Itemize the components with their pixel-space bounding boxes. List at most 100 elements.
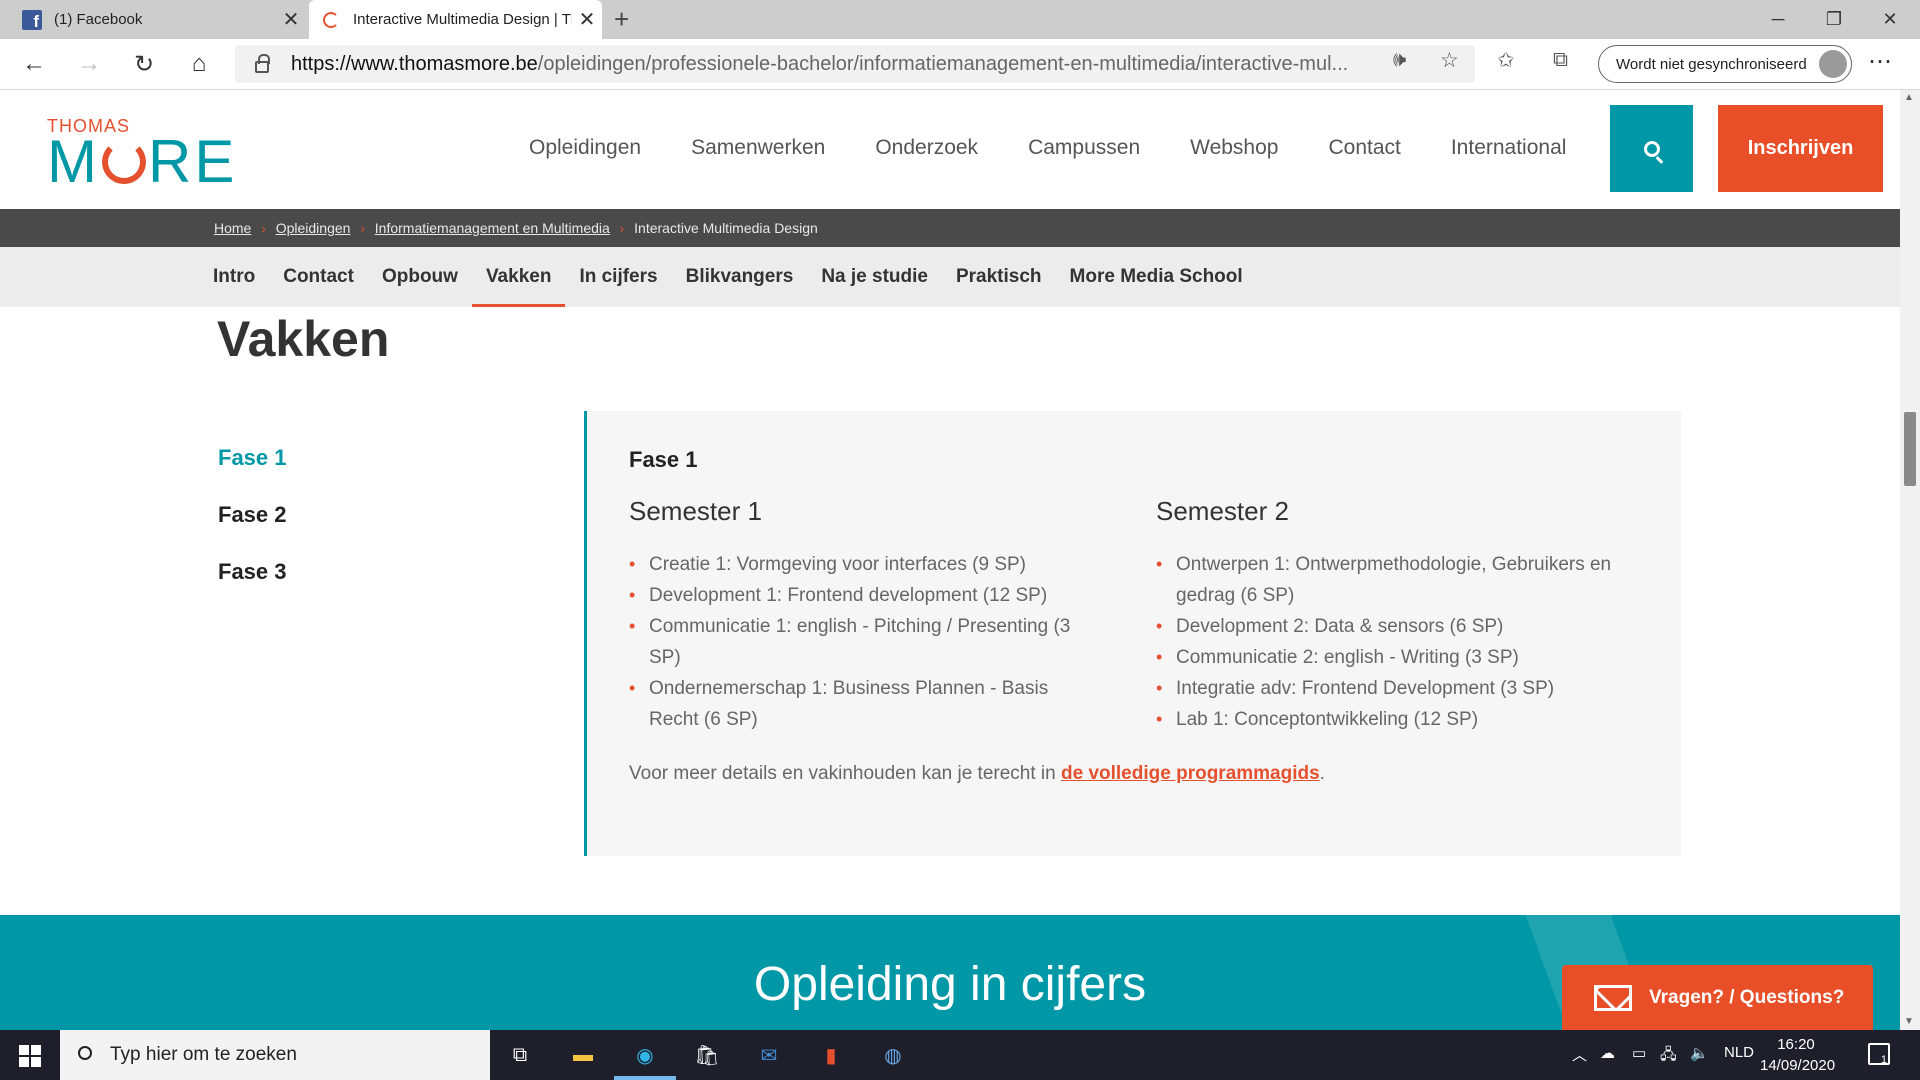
programmagids-link[interactable]: de volledige programmagids: [1061, 763, 1320, 784]
subnav-blikvangers[interactable]: Blikvangers: [686, 247, 794, 307]
search-icon: [78, 1046, 92, 1060]
app-globe-icon[interactable]: ◍: [876, 1040, 910, 1070]
nav-onderzoek[interactable]: Onderzoek: [875, 136, 978, 160]
site-search-button[interactable]: [1610, 105, 1693, 192]
section-subnav: Intro Contact Opbouw Vakken In cijfers B…: [0, 247, 1900, 307]
breadcrumb: Home › Opleidingen › Informatiemanagemen…: [0, 209, 1900, 247]
course-list: Ontwerpen 1: Ontwerpmethodologie, Gebrui…: [1156, 549, 1626, 735]
scroll-up-icon[interactable]: ▲: [1904, 92, 1914, 103]
sync-label: Wordt niet gesynchroniseerd: [1616, 55, 1807, 73]
close-tab-icon[interactable]: ✕: [572, 7, 602, 32]
favorite-star-icon[interactable]: ☆: [1440, 48, 1459, 73]
semester-title: Semester 1: [629, 496, 762, 526]
list-item: Ontwerpen 1: Ontwerpmethodologie, Gebrui…: [1156, 549, 1626, 611]
subnav-contact[interactable]: Contact: [283, 247, 354, 307]
back-icon[interactable]: ←: [16, 46, 52, 82]
mail-icon: [1594, 985, 1632, 1011]
show-hidden-icons-icon[interactable]: ︿: [1572, 1044, 1587, 1065]
nav-samenwerken[interactable]: Samenwerken: [691, 136, 825, 160]
forward-icon[interactable]: →: [71, 46, 107, 82]
tab-facebook[interactable]: f (1) Facebook ✕: [0, 0, 306, 39]
collections-icon[interactable]: ⧉: [1553, 48, 1568, 72]
taskbar-search-input[interactable]: Typ hier om te zoeken: [60, 1030, 490, 1080]
questions-label: Vragen? / Questions?: [1649, 987, 1845, 1008]
list-item: Development 2: Data & sensors (6 SP): [1156, 611, 1626, 642]
fase-1-tab[interactable]: Fase 1: [218, 445, 287, 502]
nav-opleidingen[interactable]: Opleidingen: [529, 136, 641, 160]
subnav-more-media-school[interactable]: More Media School: [1070, 247, 1243, 307]
close-window-icon[interactable]: ✕: [1862, 0, 1918, 39]
clock-date: 14/09/2020: [1760, 1057, 1836, 1074]
active-app-indicator: [614, 1076, 676, 1080]
facebook-icon: f: [22, 9, 42, 30]
taskbar-search-placeholder: Typ hier om te zoeken: [110, 1044, 297, 1065]
tab-title: Interactive Multimedia Design | Thomas M…: [353, 11, 572, 28]
home-icon[interactable]: ⌂: [181, 46, 217, 82]
url-field[interactable]: https://www.thomasmore.be/opleidingen/pr…: [235, 45, 1475, 83]
more-options-icon[interactable]: ⋯: [1868, 47, 1893, 76]
questions-button[interactable]: Vragen? / Questions?: [1562, 965, 1873, 1031]
subnav-na-je-studie[interactable]: Na je studie: [821, 247, 928, 307]
store-icon[interactable]: 🛍: [690, 1040, 724, 1070]
task-view-icon[interactable]: ⧉: [503, 1040, 537, 1070]
semester-1-column: Semester 1 Creatie 1: Vormgeving voor in…: [629, 496, 1099, 735]
breadcrumb-opleidingen[interactable]: Opleidingen: [276, 220, 351, 236]
read-aloud-icon[interactable]: 🕪: [1393, 48, 1406, 72]
course-list: Creatie 1: Vormgeving voor interfaces (9…: [629, 549, 1099, 735]
battery-icon[interactable]: ▭: [1632, 1044, 1646, 1062]
language-indicator[interactable]: NLD: [1724, 1044, 1754, 1061]
scroll-thumb[interactable]: [1904, 412, 1916, 486]
breadcrumb-informatiemanagement[interactable]: Informatiemanagement en Multimedia: [375, 220, 610, 236]
close-tab-icon[interactable]: ✕: [276, 7, 306, 32]
new-tab-icon[interactable]: +: [614, 4, 629, 35]
browser-tabstrip: f (1) Facebook ✕ Interactive Multimedia …: [0, 0, 1920, 39]
chevron-right-icon: ›: [619, 220, 625, 236]
scroll-down-icon[interactable]: ▼: [1904, 1016, 1914, 1027]
page-scrollbar[interactable]: ▲ ▼: [1900, 90, 1920, 1030]
semester-title: Semester 2: [1156, 496, 1289, 526]
nav-campussen[interactable]: Campussen: [1028, 136, 1140, 160]
restore-icon[interactable]: ❐: [1806, 0, 1862, 39]
volume-icon[interactable]: 🔈: [1690, 1044, 1709, 1062]
windows-start-icon[interactable]: [19, 1045, 41, 1067]
refresh-icon[interactable]: ↻: [126, 46, 162, 82]
inschrijven-button[interactable]: Inschrijven: [1718, 105, 1883, 192]
mail-app-icon[interactable]: ✉: [752, 1040, 786, 1070]
fase-3-tab[interactable]: Fase 3: [218, 559, 287, 616]
subnav-vakken[interactable]: Vakken: [472, 247, 565, 307]
onedrive-icon[interactable]: ☁: [1600, 1044, 1615, 1062]
thomas-more-logo[interactable]: THOMAS M RE: [47, 116, 237, 192]
avatar: [1819, 50, 1847, 78]
breadcrumb-home[interactable]: Home: [214, 220, 251, 236]
chevron-right-icon: ›: [360, 220, 365, 236]
profile-sync-button[interactable]: Wordt niet gesynchroniseerd: [1598, 45, 1852, 83]
subnav-intro[interactable]: Intro: [213, 247, 255, 307]
subnav-opbouw[interactable]: Opbouw: [382, 247, 458, 307]
tab-thomasmore[interactable]: Interactive Multimedia Design | Thomas M…: [309, 0, 602, 39]
minimize-icon[interactable]: ─: [1750, 0, 1806, 39]
lock-icon: [255, 54, 270, 73]
nav-international[interactable]: International: [1451, 136, 1567, 160]
breadcrumb-current: Interactive Multimedia Design: [634, 220, 818, 236]
subnav-in-cijfers[interactable]: In cijfers: [579, 247, 657, 307]
subnav-praktisch[interactable]: Praktisch: [956, 247, 1042, 307]
network-icon[interactable]: 🖧: [1660, 1044, 1677, 1069]
address-toolbar: ← → ↻ ⌂ https://www.thomasmore.be/opleid…: [0, 39, 1920, 90]
list-item: Integratie adv: Frontend Development (3 …: [1156, 673, 1626, 704]
list-item: Development 1: Frontend development (12 …: [629, 580, 1099, 611]
page-title: Vakken: [217, 311, 390, 367]
notification-center-icon[interactable]: 1: [1868, 1043, 1890, 1066]
list-item: Communicatie 1: english - Pitching / Pre…: [629, 611, 1099, 673]
file-explorer-icon[interactable]: ▬: [566, 1040, 600, 1070]
list-item: Ondernemerschap 1: Business Plannen - Ba…: [629, 673, 1099, 735]
fase-2-tab[interactable]: Fase 2: [218, 502, 287, 559]
edge-icon[interactable]: ◉: [628, 1040, 662, 1070]
office-icon[interactable]: ▮: [814, 1040, 848, 1070]
nav-contact[interactable]: Contact: [1328, 136, 1400, 160]
nav-webshop[interactable]: Webshop: [1190, 136, 1278, 160]
favorites-list-icon[interactable]: ✩: [1497, 48, 1515, 73]
url-text: https://www.thomasmore.be/opleidingen/pr…: [291, 52, 1349, 75]
panel-title: Fase 1: [629, 447, 698, 472]
taskbar-clock[interactable]: 16:20 14/09/2020: [1760, 1034, 1836, 1076]
loading-icon: [323, 11, 339, 28]
